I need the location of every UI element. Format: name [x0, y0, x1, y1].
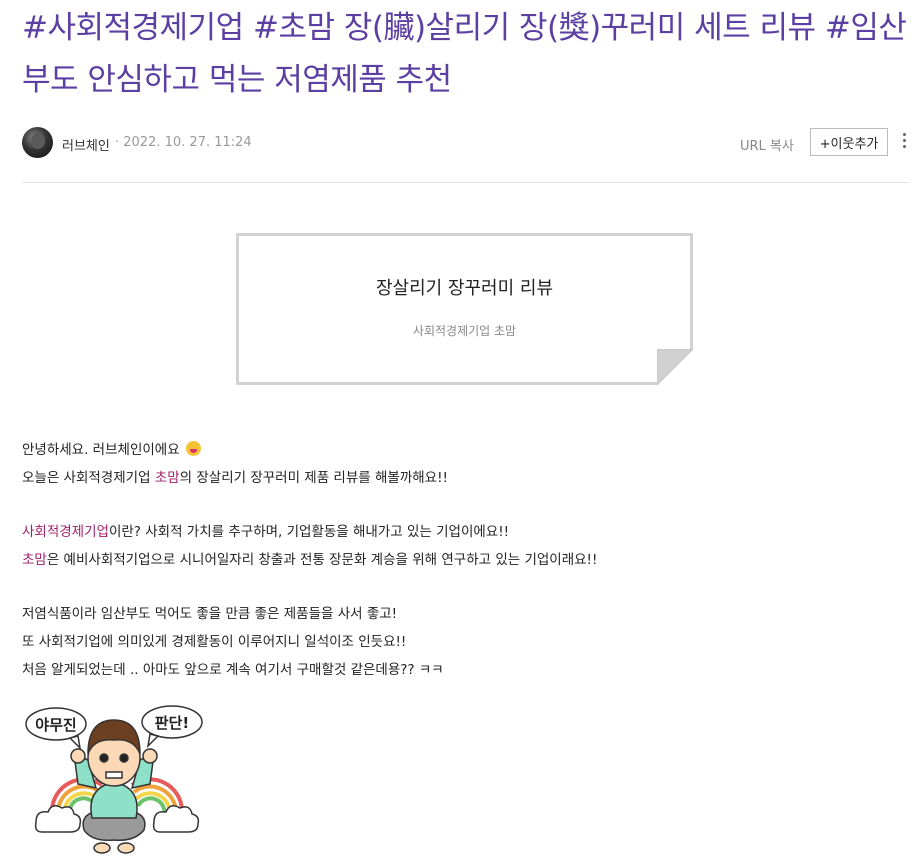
quote-subtitle: 사회적경제기업 초맘: [412, 324, 517, 338]
body-line-economic: 또 사회적기업에 의미있게 경제활동이 이루어지니 일석이조 인듯요!!: [22, 634, 407, 650]
url-copy-button[interactable]: URL 복사: [740, 135, 794, 154]
sticker-text-right: 판단!: [155, 714, 189, 732]
body-line-intro: 오늘은 사회적경제기업 초맘의 장살리기 장꾸러미 제품 리뷰를 해볼까해요!!: [22, 470, 448, 486]
page-fold-corner: [657, 349, 693, 385]
body-line-chomam: 초맘은 예비사회적기업으로 시니어일자리 창출과 전통 장문화 계승을 위해 연…: [22, 552, 598, 568]
post-meta: 러브체인 · 2022. 10. 27. 11:24 URL 복사 +이웃추가: [22, 127, 910, 161]
post-body: 안녕하세요. 러브체인이에요 오늘은 사회적경제기업 초맘의 장살리기 장꾸러미…: [22, 436, 902, 684]
body-line-purchase: 처음 알게되었는데 .. 아마도 앞으로 계속 여기서 구매할것 같은데용?? …: [22, 662, 444, 678]
add-neighbor-button[interactable]: +이웃추가: [810, 128, 888, 156]
author-avatar[interactable]: [22, 127, 53, 158]
body-line-social-enterprise: 사회적경제기업이란? 사회적 가치를 추구하며, 기업활동을 해내가고 있는 기…: [22, 524, 510, 540]
more-options-icon[interactable]: [900, 133, 908, 155]
author-name[interactable]: 러브체인: [62, 135, 110, 154]
quote-title: 장살리기 장꾸러미 리뷰: [375, 278, 554, 299]
body-line-low-salt: 저염식품이라 임산부도 먹어도 좋을 만큼 좋은 제품들을 사서 좋고!: [22, 606, 398, 622]
post-title: #사회적경제기업 #초맘 장(臟)살리기 장(獎)꾸러미 세트 리뷰 #임산부도…: [22, 10, 907, 98]
sticker-text-left: 야무진: [35, 716, 76, 734]
body-line-greeting: 안녕하세요. 러브체인이에요: [22, 436, 902, 464]
sticker-image: 야무진 판단!: [25, 705, 203, 854]
quote-box: 장살리기 장꾸러미 리뷰 사회적경제기업 초맘: [236, 233, 693, 385]
smile-emoji-icon: [185, 441, 201, 456]
header-divider: [22, 182, 910, 183]
post-date: · 2022. 10. 27. 11:24: [115, 135, 252, 150]
